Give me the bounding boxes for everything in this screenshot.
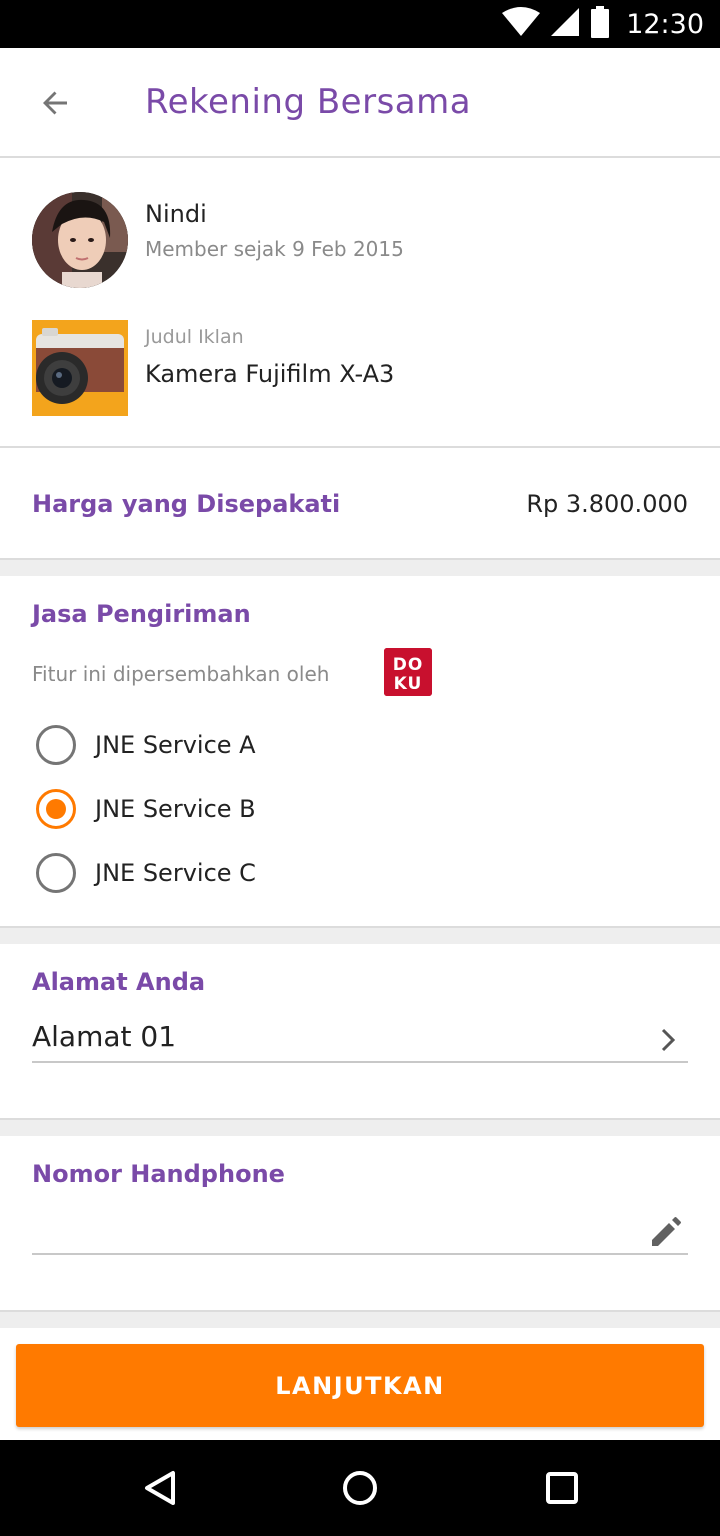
seller-name: Nindi — [145, 200, 207, 228]
radio-checked-icon[interactable] — [36, 789, 76, 829]
page-title: Rekening Bersama — [145, 82, 472, 122]
nav-home-icon[interactable] — [336, 1464, 384, 1512]
address-selector[interactable]: Alamat 01 — [32, 1020, 176, 1053]
ad-title: Kamera Fujifilm X-A3 — [145, 360, 395, 388]
agreed-price-label: Harga yang Disepakati — [32, 490, 341, 518]
address-section: Alamat Anda Alamat 01 — [0, 944, 720, 1118]
svg-text:KU: KU — [394, 674, 423, 694]
section-separator — [0, 1310, 720, 1328]
doku-logo: DO KU — [384, 648, 432, 696]
seller-section: Nindi Member sejak 9 Feb 2015 Judul Ikla… — [0, 160, 720, 446]
shipping-option-b[interactable]: JNE Service B — [32, 785, 688, 833]
nav-back-icon[interactable] — [136, 1464, 184, 1512]
shipping-option-a[interactable]: JNE Service A — [32, 721, 688, 769]
shipping-option-c[interactable]: JNE Service C — [32, 849, 688, 897]
app-bar: Rekening Bersama — [0, 48, 720, 158]
member-since: Member sejak 9 Feb 2015 — [145, 237, 404, 261]
section-separator — [0, 926, 720, 944]
shipping-option-label: JNE Service A — [95, 731, 256, 759]
shipping-option-label: JNE Service B — [95, 795, 256, 823]
chevron-right-icon[interactable] — [656, 1026, 680, 1054]
avatar — [32, 192, 128, 288]
navigation-bar — [0, 1440, 720, 1536]
svg-text:DO: DO — [393, 655, 424, 675]
phone-number-input[interactable] — [32, 1206, 632, 1252]
product-thumbnail[interactable] — [32, 320, 128, 416]
bottom-action-area: LANJUTKAN — [0, 1328, 720, 1440]
status-time: 12:30 — [626, 8, 704, 40]
continue-button[interactable]: LANJUTKAN — [16, 1344, 704, 1427]
shipping-option-label: JNE Service C — [95, 859, 256, 887]
shipping-title: Jasa Pengiriman — [32, 600, 251, 628]
shipping-section: Jasa Pengiriman Fitur ini dipersembahkan… — [0, 576, 720, 926]
phone-title: Nomor Handphone — [32, 1160, 285, 1188]
price-section: Harga yang Disepakati Rp 3.800.000 — [0, 448, 720, 558]
phone-underline — [32, 1253, 688, 1255]
radio-unchecked-icon[interactable] — [36, 853, 76, 893]
section-separator — [0, 1118, 720, 1136]
radio-unchecked-icon[interactable] — [36, 725, 76, 765]
cell-signal-icon — [550, 7, 580, 42]
section-separator — [0, 558, 720, 576]
status-bar: 12:30 — [0, 0, 720, 48]
arrow-back-icon — [43, 91, 67, 115]
phone-section: Nomor Handphone — [0, 1136, 720, 1310]
ad-title-label: Judul Iklan — [145, 326, 244, 348]
back-button[interactable] — [30, 78, 80, 128]
battery-icon — [590, 5, 610, 43]
nav-recents-icon[interactable] — [538, 1464, 586, 1512]
status-icons: 12:30 — [502, 0, 704, 48]
agreed-price-value: Rp 3.800.000 — [526, 490, 688, 518]
address-underline — [32, 1061, 688, 1063]
wifi-icon — [502, 6, 541, 42]
edit-icon[interactable] — [648, 1214, 684, 1250]
address-title: Alamat Anda — [32, 968, 206, 996]
powered-by-text: Fitur ini dipersembahkan oleh — [32, 662, 330, 686]
